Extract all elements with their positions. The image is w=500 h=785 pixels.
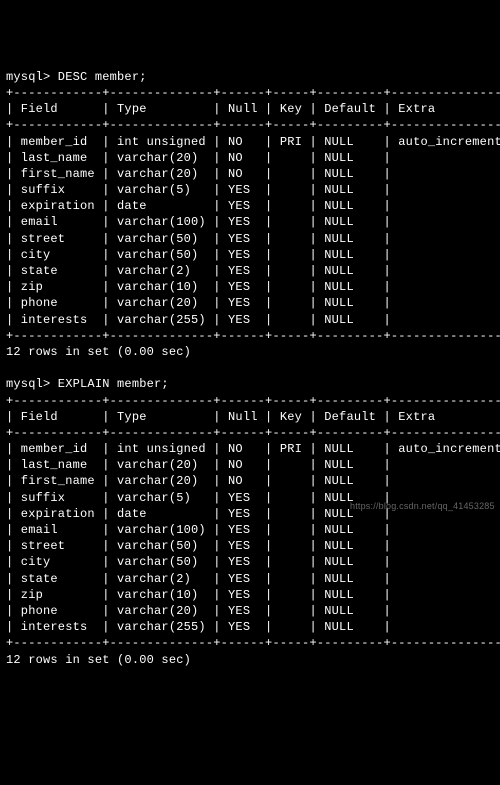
terminal-output: mysql> DESC member; +------------+------… xyxy=(6,69,494,684)
watermark: https://blog.csdn.net/qq_41453285 xyxy=(350,500,495,512)
